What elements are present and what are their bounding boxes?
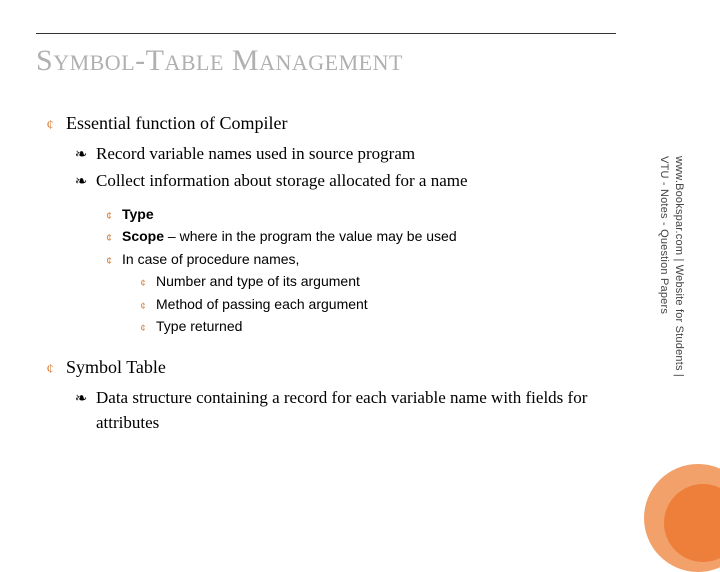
- list-text: – where in the program the value may be …: [164, 228, 457, 244]
- list-item: ❧ Data structure containing a record for…: [70, 386, 620, 435]
- watermark-line: www.Bookspar.com | Website for Students …: [673, 156, 685, 377]
- list-text: Scope: [122, 228, 164, 244]
- list-text: Type returned: [156, 316, 242, 336]
- list-item: ❧ Collect information about storage allo…: [70, 169, 620, 194]
- list-text: Essential function of Compiler: [66, 110, 287, 136]
- title-rule: [36, 33, 616, 34]
- bullet-icon: ¢: [134, 277, 152, 290]
- list-text: Data structure containing a record for e…: [96, 386, 620, 435]
- bullet-icon: ¢: [40, 360, 60, 380]
- bullet-icon: ¢: [134, 300, 152, 313]
- slide-title: SYMBOL-TABLE MANAGEMENT: [36, 44, 403, 78]
- list-text: Collect information about storage alloca…: [96, 169, 468, 194]
- watermark-text: www.Bookspar.com | Website for Students …: [656, 156, 686, 436]
- bullet-icon: ❧: [70, 145, 92, 167]
- list-text: Record variable names used in source pro…: [96, 142, 415, 167]
- bullet-icon: ¢: [134, 322, 152, 335]
- title-part: M: [224, 44, 259, 77]
- list-item: ❧ Record variable names used in source p…: [70, 142, 620, 167]
- list-item: ¢ Type: [100, 204, 620, 225]
- title-part: YMBOL: [53, 50, 135, 75]
- bullet-icon: ❧: [70, 172, 92, 194]
- slide-body: ¢ Essential function of Compiler ❧ Recor…: [40, 110, 620, 438]
- bullet-icon: ¢: [40, 116, 60, 136]
- list-text: Method of passing each argument: [156, 294, 368, 314]
- list-item: ¢ Scope – where in the program the value…: [100, 226, 620, 247]
- bullet-icon: ❧: [70, 389, 92, 411]
- list-item: ¢ Number and type of its argument: [134, 271, 620, 291]
- list-item: ¢ In case of procedure names,: [100, 249, 620, 270]
- list-text: Number and type of its argument: [156, 271, 360, 291]
- title-part: -T: [135, 44, 164, 77]
- list-text: Symbol Table: [66, 354, 166, 380]
- list-item: ¢ Method of passing each argument: [134, 294, 620, 314]
- title-part: ABLE: [164, 50, 223, 75]
- title-part: ANAGEMENT: [259, 50, 403, 75]
- list-text: Type: [122, 206, 154, 222]
- list-item: ¢ Essential function of Compiler: [40, 110, 620, 136]
- title-part: S: [36, 44, 53, 77]
- list-text: In case of procedure names,: [122, 249, 299, 269]
- list-item: ¢ Type returned: [134, 316, 620, 336]
- bullet-icon: ¢: [100, 255, 118, 270]
- bullet-icon: ¢: [100, 232, 118, 247]
- list-item: ¢ Symbol Table: [40, 354, 620, 380]
- bullet-icon: ¢: [100, 210, 118, 225]
- watermark-line: VTU - Notes - Question Papers: [658, 156, 670, 314]
